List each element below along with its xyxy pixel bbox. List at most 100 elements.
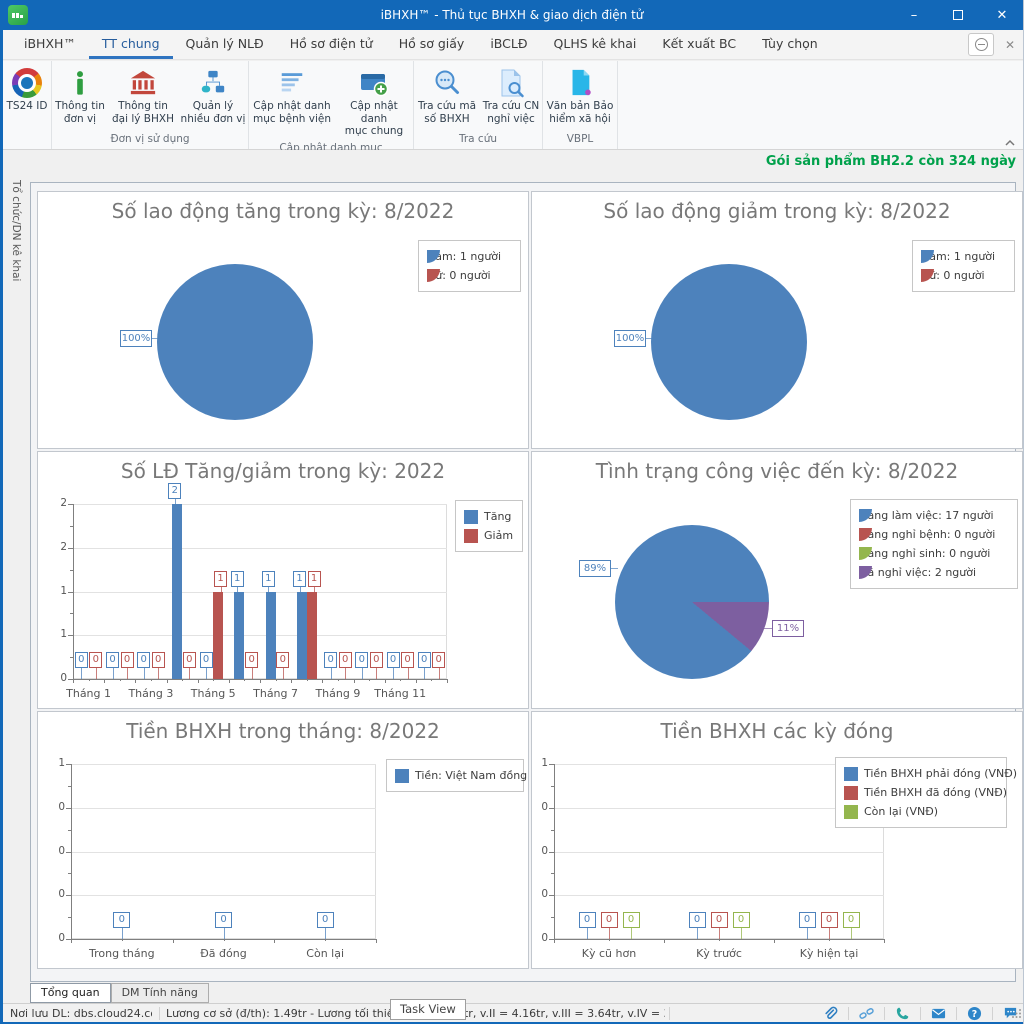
gridline (71, 852, 376, 853)
resize-grip[interactable] (1011, 1008, 1022, 1019)
bhxh-code-lookup-button[interactable]: Tra cứu mã số BHXH (414, 61, 480, 131)
menu-tab-h-s-gi-y[interactable]: Hồ sơ giấy (386, 30, 478, 59)
svg-text:?: ? (972, 1009, 977, 1020)
x-axis-category-label: Kỳ hiện tại (789, 947, 869, 961)
bar-value-label: 1 (231, 571, 244, 587)
bar-value-label: 0 (183, 652, 196, 668)
x-tick-mark (104, 679, 105, 683)
resigned-lookup-button[interactable]: Tra cứu CN nghỉ việc (480, 61, 542, 131)
bar-value-label: 0 (200, 652, 213, 668)
maximize-button[interactable] (936, 0, 980, 30)
legend-item-label: Tăng (484, 510, 511, 523)
x-tick-mark (447, 679, 448, 683)
legend-item-label: Tiền: Việt Nam đồng (415, 769, 527, 782)
task-view-tooltip: Task View (390, 999, 466, 1020)
tab-close-button[interactable]: ✕ (1000, 33, 1020, 56)
ribbon-button-label: Quản lý nhiều đơn vị (181, 100, 246, 125)
bar-value-label: 0 (355, 652, 368, 668)
app-icon (8, 5, 28, 25)
minimize-button[interactable]: – (892, 0, 936, 30)
pie-percent-label: 100% (120, 330, 152, 347)
chart-legend: Tiền: Việt Nam đồng (386, 759, 524, 792)
info-icon (66, 66, 94, 100)
square-marker-icon (464, 529, 478, 543)
close-button[interactable]: ✕ (980, 0, 1024, 30)
ribbon-minimize-button[interactable] (968, 33, 994, 56)
bar-value-label: 0 (711, 912, 728, 928)
pie-chart (615, 525, 769, 679)
ribbon-button-label: Văn bản Bảo hiểm xã hội (547, 100, 614, 125)
legend-item-label: Tiền BHXH đã đóng (VNĐ) (864, 786, 1007, 799)
value-leader-line (362, 668, 363, 679)
status-divider (956, 1007, 957, 1020)
value-leader-line (189, 668, 190, 679)
sidebar-collapsed-panel[interactable]: Tổ chức/DN kê khai (3, 174, 30, 1003)
general-catalog-update-button[interactable]: Cập nhật danh mục chung (335, 61, 413, 140)
menu-tab-k-t-xu-t-bc[interactable]: Kết xuất BC (649, 30, 749, 59)
multi-unit-manage-button[interactable]: Quản lý nhiều đơn vị (178, 61, 248, 131)
chart-title: Tiền BHXH trong tháng: 8/2022 (38, 719, 528, 743)
ribbon-group-caption: VBPL (543, 131, 617, 149)
insurance-documents-button[interactable]: Văn bản Bảo hiểm xã hội (543, 61, 617, 131)
x-tick-mark (71, 939, 72, 943)
value-leader-line (175, 499, 176, 504)
pie-percent-label: 89% (579, 560, 611, 577)
unit-info-button[interactable]: Thông tin đơn vị (52, 61, 108, 131)
legend-item-label: Còn lại (VNĐ) (864, 805, 938, 818)
menu-tab-qu-n-l-nl-[interactable]: Quản lý NLĐ (173, 30, 277, 59)
x-axis-category-label: Đã đóng (184, 947, 264, 961)
help-icon[interactable]: ? (967, 1006, 982, 1021)
chart-panel-2: Số LĐ Tăng/giảm trong kỳ: 20220112200020… (37, 451, 529, 709)
menu-tab-t-y-ch-n[interactable]: Tùy chọn (749, 30, 831, 59)
attachment-icon[interactable] (823, 1006, 838, 1021)
y-axis-tick-label: 0 (528, 888, 548, 901)
mail-icon[interactable] (931, 1006, 946, 1021)
x-tick-mark (244, 679, 245, 681)
x-tick-mark (122, 939, 123, 941)
value-leader-line (408, 668, 409, 679)
hospital-catalog-update-button[interactable]: Cập nhật danh mục bệnh viện (249, 61, 335, 140)
legend-item-label: Đã nghỉ việc: 2 người (859, 566, 976, 579)
chart-legend: Tiền BHXH phải đóng (VNĐ)Tiền BHXH đã đó… (835, 757, 1007, 828)
ribbon-group-3: Tra cứu mã số BHXHTra cứu CN nghỉ việcTr… (414, 61, 543, 149)
x-tick-mark (291, 679, 292, 683)
y-axis-tick-label: 1 (45, 757, 65, 770)
pie-chart (651, 264, 807, 420)
legend-item-label: Đang làm việc: 17 người (859, 509, 994, 522)
bar-Tăng (297, 592, 307, 680)
gridline (73, 592, 447, 593)
x-tick-mark (274, 939, 275, 943)
ts24-id-button[interactable]: TS24 ID (3, 61, 51, 143)
menu-tab-ibcl-[interactable]: iBCLĐ (477, 30, 540, 59)
doc-search-icon (496, 66, 526, 100)
footer-tab-t-ng-quan[interactable]: Tổng quan (30, 983, 111, 1003)
menu-tab-tt-chung[interactable]: TT chung (89, 30, 173, 59)
gridline (71, 808, 376, 809)
window-title: iBHXH™ - Thủ tục BHXH & giao dịch điện t… (0, 8, 1024, 22)
menu-tab-ibhxh-[interactable]: iBHXH™ (11, 30, 89, 59)
value-leader-line (224, 928, 225, 939)
y-axis-tick-label: 0 (528, 932, 548, 945)
agency-info-button[interactable]: Thông tin đại lý BHXH (108, 61, 178, 131)
bar-value-label: 0 (689, 912, 706, 928)
x-tick-mark (89, 679, 90, 681)
x-tick-mark (224, 939, 225, 941)
footer-tab-dm-t-nh-n-ng[interactable]: DM Tính năng (111, 983, 209, 1003)
value-leader-line (81, 668, 82, 679)
menu-tab-h-s-i-n-t-[interactable]: Hồ sơ điện tử (277, 30, 386, 59)
ribbon-collapse-chevron-icon[interactable] (1004, 138, 1016, 148)
status-wage-right: 68tr, v.II = 4.16tr, v.III = 3.64tr, v.I… (450, 1007, 665, 1020)
legend-item: Đang nghỉ bệnh: 0 người (859, 527, 1009, 542)
y-axis-line (71, 764, 72, 939)
bar-value-label: 0 (317, 912, 334, 928)
phone-icon[interactable] (895, 1006, 910, 1021)
legend-item-label: Tiền BHXH phải đóng (VNĐ) (864, 767, 1017, 780)
menubar: iBHXH™TT chungQuản lý NLĐHồ sơ điện tửHồ… (3, 30, 1024, 60)
link-icon[interactable] (859, 1006, 874, 1021)
ribbon-button-label: Thông tin đại lý BHXH (112, 100, 174, 125)
ribbon-button-label: Cập nhật danh mục bệnh viện (253, 100, 331, 125)
status-wage-left: Lương cơ sở (đ/th): 1.49tr - Lương tối t… (166, 1007, 393, 1020)
menu-tab-qlhs-k-khai[interactable]: QLHS kê khai (541, 30, 650, 59)
square-marker-icon (464, 510, 478, 524)
value-leader-line (741, 928, 742, 939)
